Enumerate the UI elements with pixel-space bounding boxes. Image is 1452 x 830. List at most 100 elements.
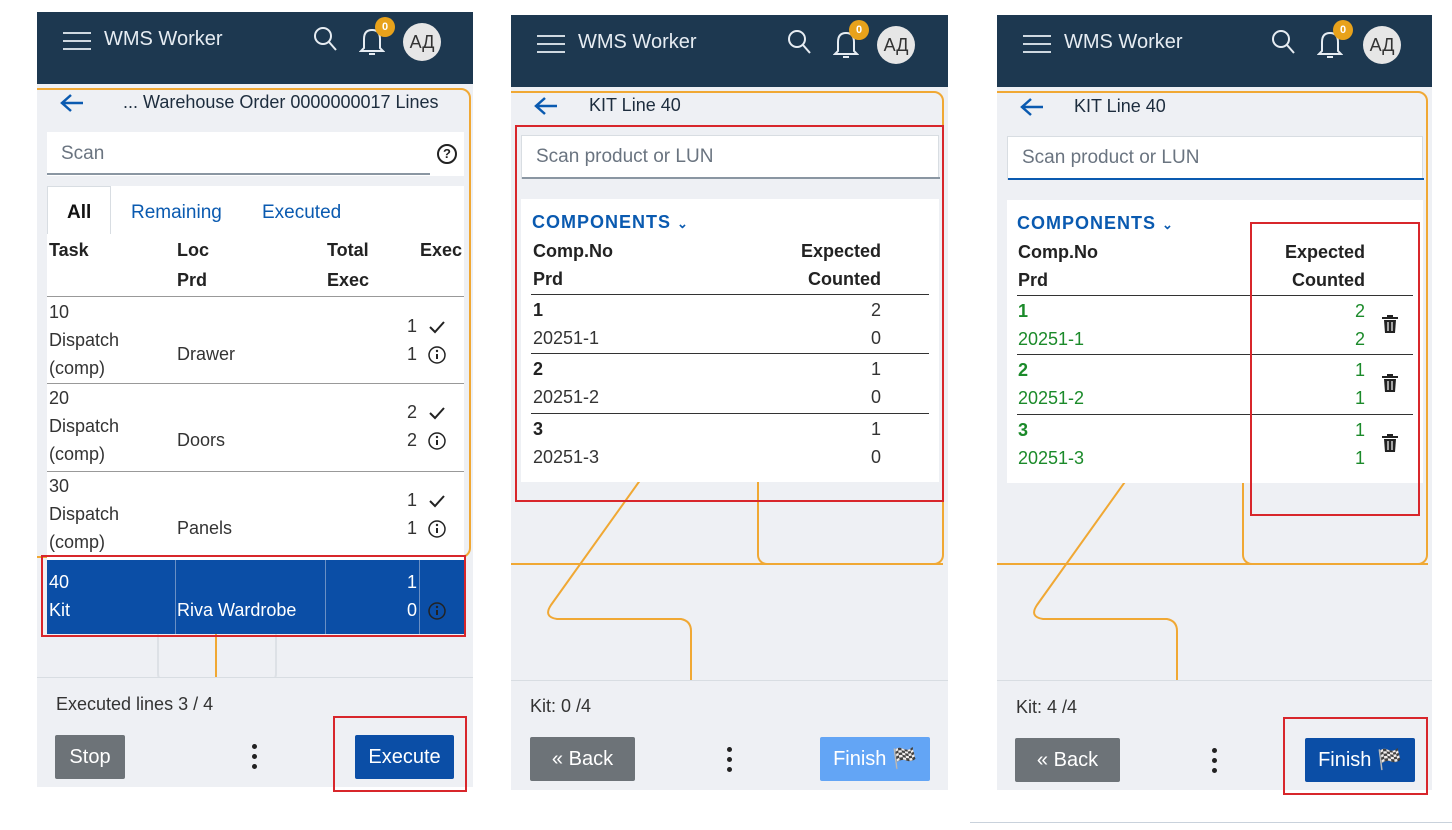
col-total-exec: Exec — [327, 270, 370, 290]
avatar[interactable]: АД — [403, 23, 441, 61]
row-type: Dispatch — [49, 330, 120, 350]
menu-icon[interactable] — [1023, 31, 1051, 55]
row-exec: 1 — [407, 344, 418, 364]
more-icon[interactable] — [1212, 748, 1218, 774]
comp-no: 1 — [1018, 301, 1029, 321]
highlight-selected-row — [41, 555, 466, 637]
back-arrow-icon[interactable] — [533, 95, 559, 117]
row-type-sub: (comp) — [49, 358, 106, 378]
comp-no: 2 — [1018, 360, 1029, 380]
header-rule — [47, 296, 464, 297]
table-row[interactable]: 10 Dispatch (comp) Drawer 1 1 — [47, 298, 464, 384]
row-product: Panels — [177, 518, 233, 538]
search-icon[interactable] — [1271, 29, 1295, 55]
row-product: Doors — [177, 430, 226, 450]
scan-field[interactable]: ? — [47, 132, 464, 176]
notification-badge: 0 — [849, 20, 869, 40]
search-icon[interactable] — [313, 26, 337, 52]
more-icon[interactable] — [727, 747, 733, 773]
col-prd: Prd — [1018, 270, 1049, 290]
tab-executed[interactable]: Executed — [262, 202, 341, 224]
check-icon — [429, 495, 445, 508]
double-chevron-left-icon: « — [1036, 749, 1049, 771]
scan-field[interactable] — [1007, 136, 1424, 180]
chevron-down-icon: ⌄ — [1162, 217, 1174, 232]
comp-no: 3 — [1018, 420, 1029, 440]
highlight-execute-button — [333, 716, 467, 792]
back-button-label: Back — [1053, 749, 1099, 771]
row-total: 1 — [407, 490, 418, 510]
footer-bar: Kit: 0 /4 « Back Finish 🏁 — [511, 680, 948, 790]
breadcrumb: KIT Line 40 — [1074, 96, 1166, 116]
notification-badge: 0 — [1333, 20, 1353, 40]
row-type-sub: (comp) — [49, 532, 106, 552]
row-total: 1 — [407, 316, 418, 336]
table-row[interactable]: 30 Dispatch (comp) Panels 1 1 — [47, 472, 464, 558]
col-exec: Exec — [420, 240, 463, 260]
avatar[interactable]: АД — [1363, 26, 1401, 64]
row-task: 10 — [49, 302, 70, 322]
tab-all[interactable]: All — [67, 202, 91, 224]
finish-button[interactable]: Finish 🏁 — [820, 737, 930, 781]
back-button[interactable]: « Back — [1015, 738, 1120, 782]
tab-remaining[interactable]: Remaining — [131, 202, 222, 224]
row-exec: 2 — [407, 430, 418, 450]
comp-product: 20251-2 — [1018, 388, 1085, 408]
double-chevron-left-icon: « — [551, 748, 564, 770]
row-task: 30 — [49, 476, 70, 496]
col-total: Total — [327, 240, 369, 260]
col-task: Task — [49, 240, 89, 260]
components-label: COMPONENTS — [1017, 213, 1157, 233]
scan-input[interactable] — [1008, 137, 1422, 179]
app-header: WMS Worker 0 АД — [511, 15, 948, 87]
row-exec: 1 — [407, 518, 418, 538]
menu-icon[interactable] — [63, 28, 91, 52]
scan-underline — [47, 173, 430, 175]
info-icon[interactable] — [428, 432, 446, 450]
back-button[interactable]: « Back — [530, 737, 635, 781]
menu-icon[interactable] — [537, 31, 565, 55]
row-type: Dispatch — [49, 416, 120, 436]
app-header: WMS Worker 0 АД — [37, 12, 473, 84]
breadcrumb: ... Warehouse Order 0000000017 Lines — [123, 92, 439, 112]
back-arrow-icon[interactable] — [59, 92, 85, 114]
col-prd: Prd — [177, 270, 208, 290]
notification-badge: 0 — [375, 17, 395, 37]
more-icon[interactable] — [252, 744, 258, 770]
row-type-sub: (comp) — [49, 444, 106, 464]
back-arrow-icon[interactable] — [1019, 96, 1045, 118]
help-icon[interactable]: ? — [437, 144, 457, 164]
comp-product: 20251-1 — [1018, 329, 1085, 349]
row-task: 20 — [49, 388, 70, 408]
table-row[interactable]: 20 Dispatch (comp) Doors 2 2 — [47, 384, 464, 472]
components-toggle[interactable]: COMPONENTS ⌄ — [1017, 213, 1174, 234]
col-loc: Loc — [177, 240, 210, 260]
info-icon[interactable] — [428, 520, 446, 538]
app-title: WMS Worker — [578, 31, 697, 53]
info-icon[interactable] — [428, 346, 446, 364]
app-header: WMS Worker 0 АД — [997, 15, 1432, 87]
check-icon — [429, 321, 445, 334]
check-icon — [429, 407, 445, 420]
col-comp-no: Comp.No — [1018, 242, 1098, 262]
row-product: Drawer — [177, 344, 236, 364]
scan-input[interactable] — [47, 132, 464, 176]
highlight-components — [515, 125, 944, 502]
tab-bar: All Remaining Executed — [47, 186, 464, 234]
status-text: Executed lines 3 / 4 — [56, 694, 214, 714]
breadcrumb: KIT Line 40 — [589, 95, 681, 115]
highlight-finish-button — [1283, 717, 1428, 795]
checkered-flag-icon: 🏁 — [892, 748, 917, 770]
highlight-counted-column — [1250, 222, 1420, 516]
screen-warehouse-order-lines: WMS Worker 0 АД ... Warehouse Order 0000… — [37, 12, 473, 787]
status-text: Kit: 0 /4 — [530, 696, 592, 716]
app-title: WMS Worker — [1064, 31, 1183, 53]
guide-line — [215, 634, 217, 678]
avatar[interactable]: АД — [877, 26, 915, 64]
comp-product: 20251-3 — [1018, 448, 1085, 468]
row-total: 2 — [407, 402, 418, 422]
search-icon[interactable] — [787, 29, 811, 55]
finish-button-label: Finish — [833, 748, 887, 770]
scan-underline — [1008, 178, 1424, 180]
stop-button[interactable]: Stop — [55, 735, 125, 779]
